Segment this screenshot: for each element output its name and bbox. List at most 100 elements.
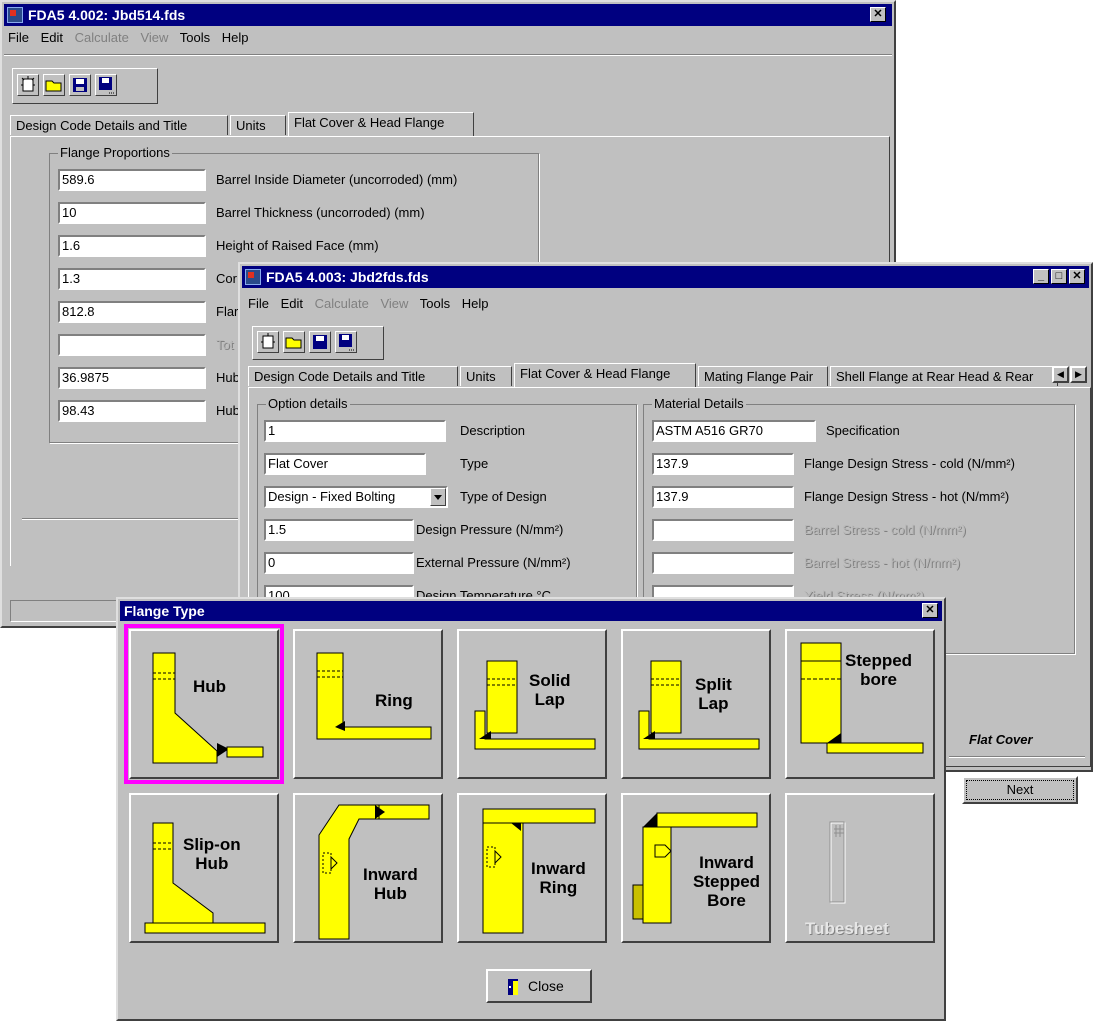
menu-file[interactable]: File [8,30,29,45]
menu-tools[interactable]: Tools [180,30,210,45]
menu-edit[interactable]: Edit [281,296,303,311]
tab-flat-cover[interactable]: Flat Cover & Head Flange [514,363,696,387]
status-caption: Flat Cover [969,732,1033,747]
field-input[interactable]: ASTM A516 GR70 [652,420,816,442]
field-input[interactable]: 36.9875 [58,367,206,389]
field-label: Hub [216,370,240,385]
flange-type-tile-slip-on-hub-flange[interactable]: Slip-on Hub [129,793,279,943]
flange-type-tile-hub-flange[interactable]: Hub [124,624,284,784]
menu-view[interactable]: View [140,30,168,45]
close-button[interactable]: ✕ [922,603,938,618]
field-input[interactable] [652,519,794,541]
field-input[interactable]: 98.43 [58,400,206,422]
title-bar[interactable]: FDA5 4.002: Jbd514.fds ✕ [4,4,892,26]
field-label: Barrel Inside Diameter (uncorroded) (mm) [216,172,458,187]
field-label: Type [460,456,489,471]
field-input[interactable]: 1.6 [58,235,206,257]
close-door-icon [506,978,522,999]
field-label: Barrel Thickness (uncorroded) (mm) [216,205,425,220]
chevron-down-icon[interactable] [430,488,446,506]
next-button[interactable]: Next [962,776,1078,804]
field-label: External Pressure (N/mm²) [416,555,571,570]
tab-scroll-left-icon[interactable]: ◀ [1052,366,1069,383]
tile-label: Tubesheet [805,919,889,938]
tile-label: Inward Stepped Bore [693,853,761,910]
group-title: Material Details [652,396,746,411]
menu-calculate[interactable]: Calculate [315,296,369,311]
field-input[interactable]: 0 [264,552,414,574]
open-folder-icon[interactable] [283,331,305,353]
tab-units[interactable]: Units [460,366,512,386]
menu-view[interactable]: View [380,296,408,311]
divider [949,756,1085,758]
flange-type-tile-ring-flange[interactable]: Ring [293,629,443,779]
menu-file[interactable]: File [248,296,269,311]
window-title: FDA5 4.003: Jbd2fds.fds [266,269,429,285]
tile-label: Ring [375,691,413,710]
save-as-icon[interactable] [95,74,117,96]
flange-type-tile-solid-lap-flange[interactable]: Solid Lap [457,629,607,779]
field-input[interactable]: 1.3 [58,268,206,290]
new-file-icon[interactable] [17,74,39,96]
flange-type-dialog: Flange Type ✕ Close Hub Ring Solid Lap Spli… [116,597,946,1021]
flange-type-tile-tubesheet: Tubesheet [785,793,935,943]
menu-edit[interactable]: Edit [41,30,63,45]
app-icon [245,269,261,285]
close-dialog-button[interactable]: Close [486,969,592,1003]
toolbar [12,68,158,104]
close-button[interactable]: ✕ [1069,269,1085,284]
dialog-title: Flange Type [124,603,205,619]
tab-scroll-right-icon[interactable]: ▶ [1070,366,1087,383]
field-input[interactable]: 812.8 [58,301,206,323]
tab-design-code[interactable]: Design Code Details and Title [10,115,228,135]
field-label: Tot [216,337,234,352]
menu-separator [4,54,892,56]
field-input[interactable]: 137.9 [652,453,794,475]
flange-type-tile-inward-stepped-bore-flange[interactable]: Inward Stepped Bore [621,793,771,943]
tile-label: Inward Hub [363,865,418,903]
close-button[interactable]: ✕ [870,7,886,22]
field-label: Height of Raised Face (mm) [216,238,379,253]
field-label: Flange Design Stress - hot (N/mm²) [804,489,1010,504]
maximize-button[interactable]: □ [1051,269,1067,284]
field-input[interactable]: 137.9 [652,486,794,508]
save-icon[interactable] [69,74,91,96]
flange-type-tile-inward-hub-flange[interactable]: Inward Hub [293,793,443,943]
title-bar[interactable]: Flange Type ✕ [120,601,942,621]
menu-tools[interactable]: Tools [420,296,450,311]
field-input[interactable] [58,334,206,356]
field-label: Type of Design [460,489,547,504]
tab-design-code[interactable]: Design Code Details and Title [248,366,458,386]
tile-label: Slip-on Hub [183,835,241,873]
field-input[interactable]: 1.5 [264,519,414,541]
menu-calculate[interactable]: Calculate [75,30,129,45]
field-label: Hub [216,403,240,418]
flange-type-tile-stepped-bore-flange[interactable]: Stepped bore [785,629,935,779]
toolbar [252,326,384,360]
tile-label: Split Lap [695,675,732,713]
field-input[interactable]: 1 [264,420,446,442]
field-input[interactable] [652,552,794,574]
field-input[interactable]: 10 [58,202,206,224]
menu-bar: File Edit Calculate View Tools Help [8,30,257,50]
save-as-icon[interactable] [335,331,357,353]
tab-mating-flange[interactable]: Mating Flange Pair [698,366,828,386]
flange-type-tile-split-lap-flange[interactable]: Split Lap [621,629,771,779]
save-icon[interactable] [309,331,331,353]
open-folder-icon[interactable] [43,74,65,96]
tile-label: Inward Ring [531,859,586,897]
tab-flat-cover[interactable]: Flat Cover & Head Flange [288,112,474,136]
tab-shell-flange[interactable]: Shell Flange at Rear Head & Rear [830,366,1058,386]
new-file-icon[interactable] [257,331,279,353]
field-input[interactable]: 589.6 [58,169,206,191]
title-bar[interactable]: FDA5 4.003: Jbd2fds.fds _ □ ✕ [242,266,1089,288]
flange-type-tile-inward-ring-flange[interactable]: Inward Ring [457,793,607,943]
minimize-button[interactable]: _ [1033,269,1049,284]
field-input[interactable]: Flat Cover [264,453,426,475]
tab-units[interactable]: Units [230,115,286,135]
menu-help[interactable]: Help [462,296,489,311]
tile-label: Stepped bore [845,651,913,689]
select-value: Design - Fixed Bolting [268,489,396,504]
type-of-design-select[interactable]: Design - Fixed Bolting [264,486,448,508]
menu-help[interactable]: Help [222,30,249,45]
